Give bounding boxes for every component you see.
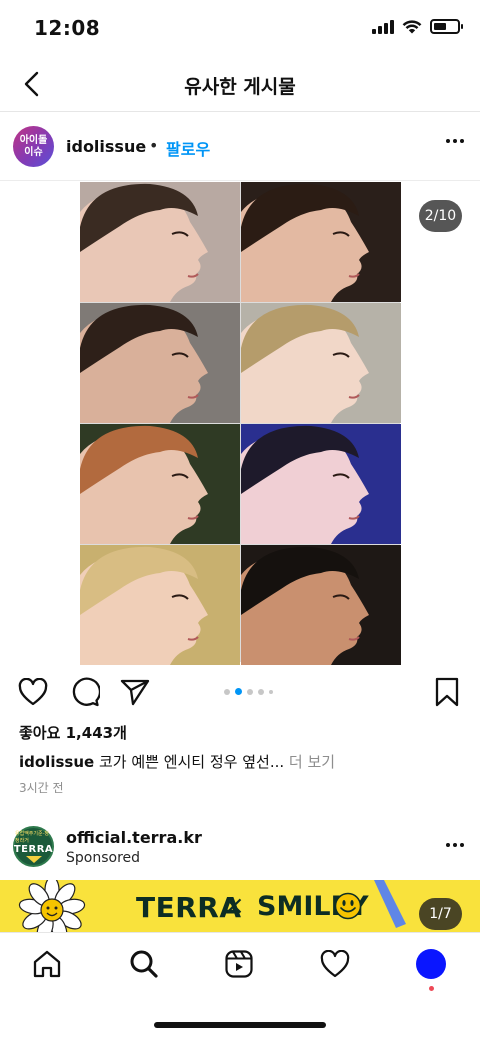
status-bar: 12:08 (0, 0, 480, 58)
comment-button[interactable] (69, 676, 101, 708)
post-actions (0, 672, 480, 712)
ad-username[interactable]: official.terra.kr (66, 828, 202, 847)
profile-face-icon (241, 304, 369, 423)
page-indicator: 2/10 (419, 200, 462, 232)
profile-face-icon (80, 183, 208, 302)
home-indicator[interactable] (154, 1022, 326, 1028)
status-icons (372, 19, 463, 34)
carousel-dot (247, 688, 253, 695)
ad-banner-image[interactable]: TERRA × SMILEY (0, 880, 480, 932)
photo-tile-5 (80, 424, 240, 544)
carousel-dot (235, 688, 242, 695)
photo-tile-8 (241, 545, 401, 665)
profile-face-icon (241, 183, 369, 302)
ad-avatar-tagline: 유럽맥주기준·청정라거 (15, 831, 49, 844)
photo-tile-4 (241, 303, 401, 423)
search-icon (130, 950, 158, 978)
bookmark-icon (435, 677, 459, 707)
photo-tile-2 (241, 182, 401, 302)
like-button[interactable] (17, 676, 49, 708)
carousel-dot (224, 688, 230, 695)
tab-home[interactable] (30, 947, 64, 981)
photo-tile-6 (241, 424, 401, 544)
sponsored-label: Sponsored (66, 850, 141, 866)
post-avatar[interactable]: 아이돌 이슈 (13, 126, 54, 167)
profile-face-icon (80, 425, 208, 544)
page-title: 유사한 게시물 (184, 76, 296, 98)
send-icon (120, 679, 150, 706)
daisy-icon (18, 880, 86, 932)
avatar-text-line2: 이슈 (24, 146, 43, 158)
photo-tile-1 (80, 182, 240, 302)
ad-brand-x: × (223, 891, 245, 921)
avatar-text-line1: 아이돌 (19, 134, 48, 146)
more-options-icon[interactable] (446, 139, 464, 143)
photo-tile-3 (80, 303, 240, 423)
carousel-dots (224, 688, 273, 695)
battery-icon (430, 19, 463, 34)
nav-header: 유사한 게시물 (0, 58, 480, 112)
more-link[interactable]: 더 보기 (284, 753, 335, 771)
home-icon (33, 950, 61, 978)
wifi-icon (402, 20, 422, 34)
profile-face-icon (241, 425, 369, 544)
likes-count[interactable]: 좋아요 1,443개 (19, 722, 127, 743)
profile-face-icon (80, 546, 208, 665)
post-image[interactable] (80, 182, 401, 665)
cellular-signal-icon (372, 19, 394, 34)
post-caption: idolissue 코가 예쁜 엔시티 정우 옆선... 더 보기 (19, 751, 335, 772)
tab-activity[interactable] (318, 947, 352, 981)
carousel-dot (269, 689, 273, 694)
follow-button[interactable]: 팔로우 (166, 136, 210, 160)
smiley-face-icon (334, 892, 362, 920)
carousel-dot (258, 688, 264, 695)
blue-stripe-decoration (374, 880, 406, 928)
save-button[interactable] (431, 676, 463, 708)
reels-icon (225, 950, 253, 978)
ad-avatar-brand: TERRA (13, 844, 54, 855)
profile-face-icon (241, 546, 369, 665)
notification-dot (429, 986, 434, 991)
tab-profile[interactable] (414, 947, 448, 981)
terra-chevron-icon (25, 856, 42, 863)
post-username[interactable]: idolissue (66, 137, 146, 156)
separator-dot: • (149, 136, 159, 155)
ad-avatar[interactable]: 유럽맥주기준·청정라거 TERRA (13, 826, 54, 867)
ad-page-indicator: 1/7 (419, 898, 462, 930)
photo-tile-7 (80, 545, 240, 665)
tab-reels[interactable] (222, 947, 256, 981)
status-time: 12:08 (34, 16, 101, 40)
tab-search[interactable] (127, 947, 161, 981)
profile-face-icon (80, 304, 208, 423)
ad-more-options-icon[interactable] (446, 843, 464, 847)
caption-username[interactable]: idolissue (19, 753, 94, 771)
caption-text: 코가 예쁜 엔시티 정우 옆선... (94, 753, 285, 771)
heart-icon (320, 950, 350, 978)
post-timestamp: 3시간 전 (19, 781, 64, 795)
profile-avatar (416, 949, 446, 979)
post-header: 아이돌 이슈 idolissue • 팔로우 (0, 113, 480, 181)
comment-icon (72, 677, 100, 707)
heart-outline-icon (18, 678, 48, 706)
ad-header: 유럽맥주기준·청정라거 TERRA official.terra.kr Spon… (0, 818, 480, 876)
share-button[interactable] (119, 676, 151, 708)
